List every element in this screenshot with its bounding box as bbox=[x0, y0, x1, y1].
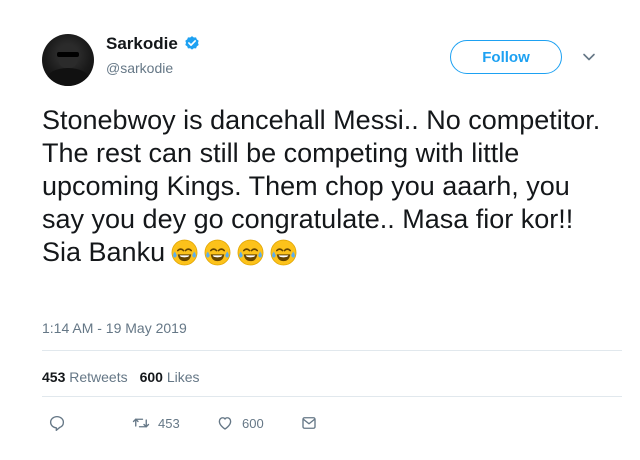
face-with-tears-of-joy-icon bbox=[237, 239, 264, 266]
divider bbox=[42, 396, 622, 397]
retweet-icon bbox=[132, 418, 150, 428]
retweets-count: 453 bbox=[42, 369, 66, 385]
avatar-sunglasses bbox=[57, 52, 79, 57]
avatar[interactable] bbox=[42, 34, 94, 86]
tweet-card: Sarkodie @sarkodie Follow Stonebwoy is d… bbox=[0, 0, 640, 460]
emoji-group bbox=[171, 239, 297, 266]
user-names[interactable]: Sarkodie @sarkodie bbox=[106, 34, 201, 76]
likes-count: 600 bbox=[139, 369, 163, 385]
like-count: 600 bbox=[242, 415, 264, 431]
verified-badge-icon bbox=[185, 36, 199, 50]
follow-button[interactable]: Follow bbox=[450, 40, 562, 74]
likes-label: Likes bbox=[166, 369, 200, 385]
like-button[interactable]: 600 bbox=[216, 414, 264, 432]
avatar-shoulders bbox=[46, 68, 90, 86]
divider bbox=[42, 350, 622, 351]
direct-message-button[interactable] bbox=[300, 414, 318, 432]
tweet-header: Sarkodie @sarkodie Follow bbox=[30, 26, 620, 86]
tweet-text-content: Stonebwoy is dancehall Messi.. No compet… bbox=[42, 105, 601, 267]
retweets-label: Retweets bbox=[69, 369, 128, 385]
envelope-icon bbox=[302, 417, 316, 429]
display-name[interactable]: Sarkodie bbox=[106, 34, 178, 54]
engagement-stats: 453 Retweets 600 Likes bbox=[42, 369, 200, 385]
tweet-actions: 453 600 bbox=[42, 414, 342, 438]
retweets-stat[interactable]: 453 Retweets bbox=[42, 369, 128, 385]
face-with-tears-of-joy-icon bbox=[204, 239, 231, 266]
retweet-count: 453 bbox=[158, 415, 180, 431]
reply-button[interactable] bbox=[48, 414, 66, 432]
reply-icon bbox=[49, 415, 65, 432]
retweet-button[interactable]: 453 bbox=[132, 414, 180, 432]
tweet-timestamp[interactable]: 1:14 AM - 19 May 2019 bbox=[42, 320, 187, 336]
user-handle[interactable]: @sarkodie bbox=[106, 60, 201, 76]
face-with-tears-of-joy-icon bbox=[270, 239, 297, 266]
tweet-text: Stonebwoy is dancehall Messi.. No compet… bbox=[42, 104, 612, 269]
heart-icon bbox=[218, 417, 232, 430]
chevron-down-icon[interactable] bbox=[582, 50, 596, 64]
likes-stat[interactable]: 600 Likes bbox=[140, 369, 200, 385]
face-with-tears-of-joy-icon bbox=[171, 239, 198, 266]
display-name-row[interactable]: Sarkodie bbox=[106, 34, 201, 54]
